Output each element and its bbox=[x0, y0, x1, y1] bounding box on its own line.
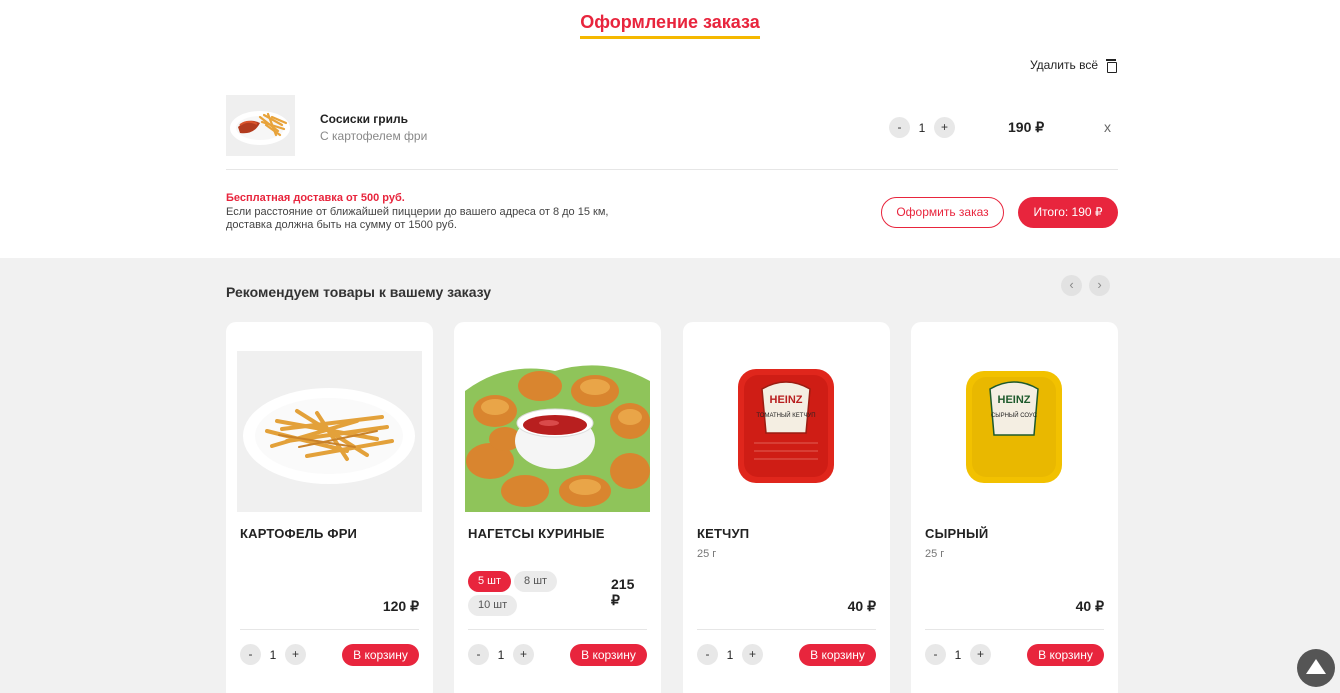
price-currency: ₽ bbox=[611, 592, 620, 608]
decrease-button[interactable]: - bbox=[889, 117, 910, 138]
order-section: Оформление заказа Удалить всё Сосиски гр… bbox=[0, 0, 1340, 258]
decrease-button[interactable]: - bbox=[240, 644, 261, 665]
ketchup-label-text: ТОМАТНЫЙ КЕТЧУП bbox=[756, 411, 815, 419]
carousel-next-button[interactable]: › bbox=[1089, 275, 1110, 296]
product-card-nuggets: НАГЕТСЫ КУРИНЫЕ 5 шт 8 шт 10 шт 215 ₽ - 1 … bbox=[454, 322, 661, 693]
product-image: HEINZ ТОМАТНЫЙ КЕТЧУП bbox=[694, 351, 879, 512]
cart-item-description: С картофелем фри bbox=[320, 129, 428, 143]
option-8[interactable]: 8 шт bbox=[514, 571, 558, 592]
delivery-headline: Бесплатная доставка от 500 руб. bbox=[226, 192, 405, 204]
divider bbox=[697, 629, 876, 630]
trash-icon bbox=[1106, 59, 1117, 73]
quantity-value: 1 bbox=[269, 647, 277, 662]
increase-button[interactable]: + bbox=[513, 644, 534, 665]
product-price: 215 ₽ bbox=[611, 576, 647, 608]
product-card-cheese-sauce: HEINZ СЫРНЫЙ СОУС СЫРНЫЙ 25 г 40 ₽ - 1 +… bbox=[911, 322, 1118, 693]
delivery-info: Бесплатная доставка от 500 руб. Если рас… bbox=[226, 192, 608, 233]
quantity-value: 1 bbox=[918, 120, 926, 135]
ketchup-image: HEINZ ТОМАТНЫЙ КЕТЧУП bbox=[738, 369, 834, 483]
portion-options: 5 шт 8 шт 10 шт bbox=[468, 571, 578, 619]
product-name: КЕТЧУП bbox=[697, 526, 750, 541]
page-title: Оформление заказа bbox=[580, 12, 760, 39]
quantity-stepper: - 1 + bbox=[925, 644, 991, 665]
cart-item-name: Сосиски гриль bbox=[320, 112, 408, 126]
add-to-cart-button[interactable]: В корзину bbox=[1027, 644, 1104, 666]
recommendations-section: Рекомендуем товары к вашему заказу ‹ › К… bbox=[0, 258, 1340, 693]
option-5[interactable]: 5 шт bbox=[468, 571, 512, 592]
price-amount: 215 bbox=[611, 576, 635, 592]
carousel-prev-button[interactable]: ‹ bbox=[1061, 275, 1082, 296]
product-price: 40 ₽ bbox=[1075, 598, 1104, 614]
product-weight: 25 г bbox=[925, 548, 945, 560]
page-title-wrap: Оформление заказа bbox=[0, 12, 1340, 39]
divider bbox=[240, 629, 419, 630]
product-image bbox=[237, 351, 422, 512]
heinz-logo-text: HEINZ bbox=[998, 394, 1031, 406]
divider bbox=[468, 629, 647, 630]
decrease-button[interactable]: - bbox=[468, 644, 489, 665]
heinz-logo-text: HEINZ bbox=[770, 394, 803, 406]
recommendations-title: Рекомендуем товары к вашему заказу bbox=[226, 284, 492, 300]
remove-item-button[interactable]: x bbox=[1104, 119, 1111, 135]
quantity-stepper: - 1 + bbox=[240, 644, 306, 665]
product-name: СЫРНЫЙ bbox=[925, 526, 989, 541]
product-weight: 25 г bbox=[697, 548, 717, 560]
product-image bbox=[465, 351, 650, 512]
add-to-cart-button[interactable]: В корзину bbox=[799, 644, 876, 666]
sausage-fries-image bbox=[226, 95, 295, 156]
checkout-button[interactable]: Оформить заказ bbox=[881, 197, 1004, 228]
clear-all-label: Удалить всё bbox=[1029, 58, 1098, 72]
divider bbox=[925, 629, 1104, 630]
cheese-label-text: СЫРНЫЙ СОУС bbox=[991, 411, 1038, 419]
increase-button[interactable]: + bbox=[934, 117, 955, 138]
product-image: HEINZ СЫРНЫЙ СОУС bbox=[922, 351, 1107, 512]
product-card-fries: КАРТОФЕЛЬ ФРИ 120 ₽ - 1 + В корзину bbox=[226, 322, 433, 693]
cart-item-quantity-stepper: - 1 + bbox=[889, 117, 955, 138]
product-name: КАРТОФЕЛЬ ФРИ bbox=[240, 526, 358, 541]
quantity-value: 1 bbox=[497, 647, 505, 662]
product-price: 40 ₽ bbox=[847, 598, 876, 614]
delivery-line-2: доставка должна быть на сумму от 1500 ру… bbox=[226, 219, 457, 231]
cart-item: Сосиски гриль С картофелем фри - 1 + 190… bbox=[226, 95, 1118, 170]
quantity-value: 1 bbox=[726, 647, 734, 662]
quantity-stepper: - 1 + bbox=[468, 644, 534, 665]
quantity-value: 1 bbox=[954, 647, 962, 662]
decrease-button[interactable]: - bbox=[925, 644, 946, 665]
clear-all-button[interactable]: Удалить всё bbox=[1029, 58, 1117, 73]
scroll-to-top-button[interactable] bbox=[1297, 649, 1335, 687]
increase-button[interactable]: + bbox=[970, 644, 991, 665]
increase-button[interactable]: + bbox=[285, 644, 306, 665]
product-price: 120 ₽ bbox=[382, 598, 419, 614]
increase-button[interactable]: + bbox=[742, 644, 763, 665]
add-to-cart-button[interactable]: В корзину bbox=[570, 644, 647, 666]
option-10[interactable]: 10 шт bbox=[468, 595, 518, 616]
fries-image bbox=[237, 351, 422, 512]
product-name: НАГЕТСЫ КУРИНЫЕ bbox=[468, 526, 605, 541]
delivery-line-1: Если расстояние от ближайшей пиццерии до… bbox=[226, 205, 609, 218]
cheese-sauce-image: HEINZ СЫРНЫЙ СОУС bbox=[966, 371, 1062, 483]
add-to-cart-button[interactable]: В корзину bbox=[342, 644, 419, 666]
product-card-ketchup: HEINZ ТОМАТНЫЙ КЕТЧУП КЕТЧУП 25 г 40 ₽ -… bbox=[683, 322, 890, 693]
decrease-button[interactable]: - bbox=[697, 644, 718, 665]
cart-item-image bbox=[226, 95, 295, 156]
nuggets-image bbox=[465, 351, 650, 512]
quantity-stepper: - 1 + bbox=[697, 644, 763, 665]
cart-item-price: 190 ₽ bbox=[1008, 119, 1045, 135]
total-button[interactable]: Итого: 190 ₽ bbox=[1018, 197, 1118, 228]
